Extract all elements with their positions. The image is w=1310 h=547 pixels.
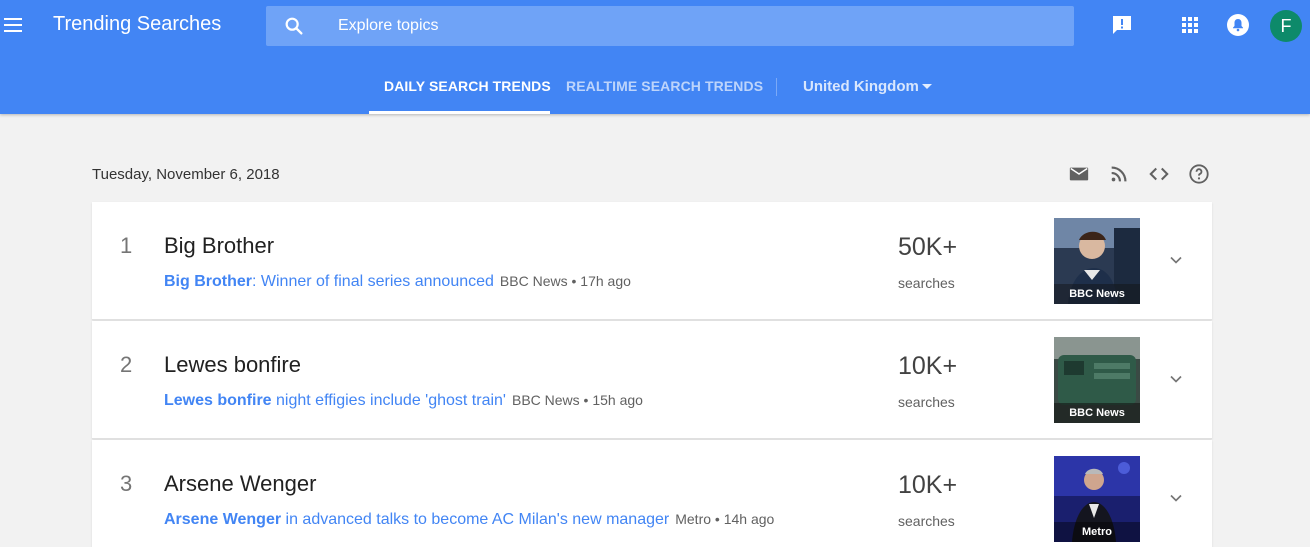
article-link-highlight[interactable]: Big Brother: [164, 273, 252, 290]
article-link[interactable]: : Winner of final series announced: [252, 273, 494, 290]
trend-rank: 3: [120, 471, 133, 496]
tab-realtime-search-trends[interactable]: REALTIME SEARCH TRENDS: [566, 78, 763, 94]
caret-down-icon[interactable]: [922, 84, 932, 89]
search-count-label: searches: [898, 394, 955, 410]
news-thumbnail[interactable]: BBC News: [1054, 218, 1140, 304]
trend-item[interactable]: 2 Lewes bonfire Lewes bonfire night effi…: [92, 321, 1212, 439]
search-icon: [285, 17, 303, 35]
thumbnail-source: Metro: [1082, 526, 1112, 538]
search-count: 10K+: [898, 471, 958, 499]
search-bar[interactable]: [266, 6, 1074, 46]
article-link[interactable]: night effigies include 'ghost train': [272, 392, 506, 409]
app-title: Trending Searches: [53, 13, 222, 35]
trend-rank: 2: [120, 352, 133, 377]
help-icon[interactable]: [1188, 163, 1210, 185]
article-source: BBC News • 15h ago: [511, 392, 643, 408]
chevron-down-icon[interactable]: [1166, 369, 1186, 389]
thumbnail-source: BBC News: [1069, 288, 1125, 300]
search-input[interactable]: [338, 6, 1038, 46]
email-icon[interactable]: [1068, 163, 1090, 185]
news-thumbnail[interactable]: BBC News: [1054, 337, 1140, 423]
article-link-highlight[interactable]: Lewes bonfire: [164, 392, 272, 409]
trend-title[interactable]: Lewes bonfire: [164, 352, 301, 378]
search-count-label: searches: [898, 275, 955, 291]
article-source: Metro • 14h ago: [675, 511, 775, 527]
trend-article: Big Brother: Winner of final series anno…: [164, 273, 631, 291]
feedback-icon[interactable]: [1110, 13, 1134, 37]
article-link[interactable]: in advanced talks to become AC Milan's n…: [281, 511, 670, 528]
menu-icon[interactable]: [4, 14, 24, 36]
news-thumbnail[interactable]: Metro: [1054, 456, 1140, 542]
tab-divider: [776, 78, 777, 96]
search-count-label: searches: [898, 513, 955, 529]
trend-article: Arsene Wenger in advanced talks to becom…: [164, 511, 774, 529]
avatar[interactable]: F: [1270, 10, 1302, 42]
tab-bar: DAILY SEARCH TRENDS REALTIME SEARCH TREN…: [0, 70, 1310, 114]
notifications-icon[interactable]: [1226, 13, 1250, 37]
tab-daily-search-trends[interactable]: DAILY SEARCH TRENDS: [384, 78, 551, 94]
search-count: 50K+: [898, 233, 958, 261]
trend-title[interactable]: Big Brother: [164, 233, 274, 259]
region-selector[interactable]: United Kingdom: [803, 78, 919, 95]
chevron-down-icon[interactable]: [1166, 488, 1186, 508]
article-source: BBC News • 17h ago: [499, 273, 631, 289]
trend-title[interactable]: Arsene Wenger: [164, 471, 316, 497]
chevron-down-icon[interactable]: [1166, 250, 1186, 270]
app-header: Trending Searches F DAILY SEARCH TRENDS …: [0, 0, 1310, 114]
thumbnail-source: BBC News: [1069, 407, 1125, 419]
rss-icon[interactable]: [1108, 163, 1130, 185]
active-tab-indicator: [369, 111, 550, 114]
search-count: 10K+: [898, 352, 958, 380]
embed-code-icon[interactable]: [1148, 163, 1170, 185]
trend-item[interactable]: 3 Arsene Wenger Arsene Wenger in advance…: [92, 440, 1212, 547]
trend-rank: 1: [120, 233, 133, 258]
trend-item[interactable]: 1 Big Brother Big Brother: Winner of fin…: [92, 202, 1212, 320]
date-heading: Tuesday, November 6, 2018: [92, 166, 280, 183]
apps-icon[interactable]: [1178, 13, 1202, 37]
article-link-highlight[interactable]: Arsene Wenger: [164, 511, 281, 528]
trend-article: Lewes bonfire night effigies include 'gh…: [164, 392, 643, 410]
